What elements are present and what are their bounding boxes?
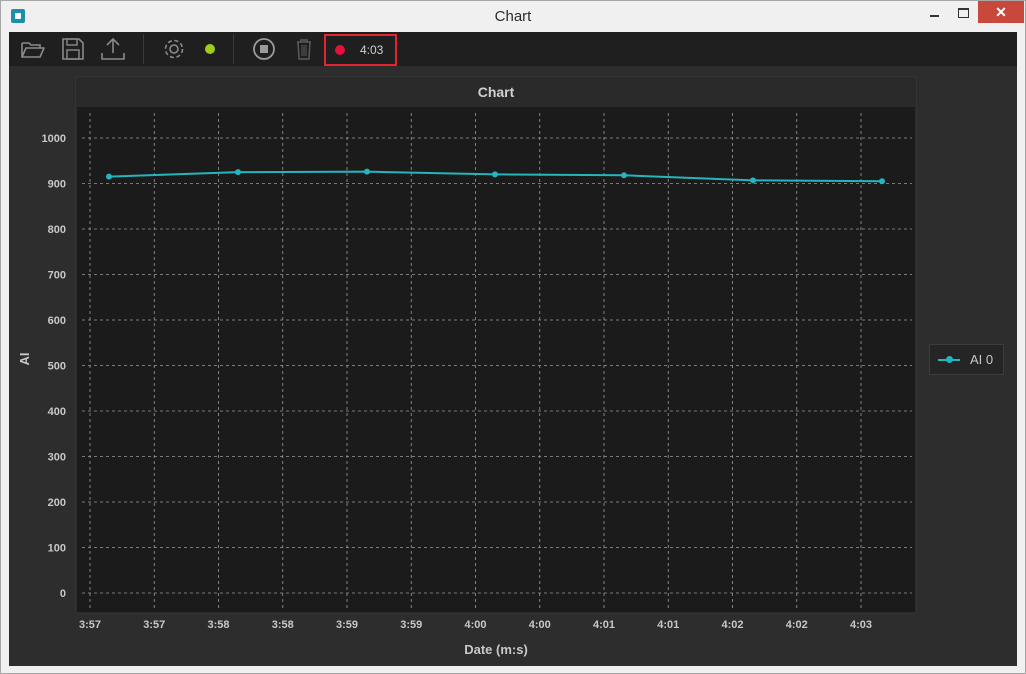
save-icon[interactable] — [59, 36, 87, 62]
recording-timer: 4:03 — [324, 34, 397, 66]
data-point — [235, 169, 241, 176]
x-axis-label: Date (m:s) — [464, 642, 528, 657]
data-point — [106, 173, 112, 180]
upload-icon[interactable] — [99, 36, 127, 62]
y-tick-label: 900 — [48, 179, 66, 191]
toolbar: 4:03 — [9, 32, 1017, 66]
settings-gear-icon[interactable] — [160, 36, 188, 62]
toolbar-separator — [233, 34, 234, 64]
y-tick-label: 1000 — [42, 133, 66, 145]
y-axis-label: AI — [17, 353, 32, 366]
close-button[interactable]: ✕ — [978, 1, 1024, 23]
data-point — [621, 172, 627, 179]
x-tick-label: 4:02 — [786, 619, 808, 631]
toolbar-separator — [143, 34, 144, 64]
y-tick-label: 0 — [60, 588, 66, 600]
folder-open-icon[interactable] — [19, 36, 47, 62]
x-tick-label: 3:58 — [272, 619, 294, 631]
y-tick-label: 200 — [48, 497, 66, 509]
chart-area: Chart 0 100 200 300 400 500 600 700 800 900 1000 3:5… — [9, 66, 1017, 666]
data-point — [879, 178, 885, 185]
x-tick-label: 4:02 — [721, 619, 743, 631]
minimize-button[interactable] — [920, 1, 949, 23]
y-tick-label: 500 — [48, 361, 66, 373]
connection-status-indicator — [205, 44, 215, 54]
maximize-icon — [958, 7, 969, 18]
x-tick-label: 3:57 — [143, 619, 165, 631]
x-tick-label: 4:01 — [657, 619, 679, 631]
data-point — [492, 171, 498, 178]
app-window: Chart ✕ 4:03 Chart 0 100 200 300 400 500… — [0, 0, 1026, 674]
y-tick-label: 800 — [48, 224, 66, 236]
x-tick-label: 4:00 — [464, 619, 486, 631]
x-tick-label: 4:01 — [593, 619, 615, 631]
line-chart[interactable]: Chart 0 100 200 300 400 500 600 700 800 900 1000 3:5… — [9, 66, 1017, 666]
x-tick-label: 3:58 — [207, 619, 229, 631]
legend-marker — [946, 356, 953, 363]
y-tick-label: 300 — [48, 452, 66, 464]
maximize-button[interactable] — [949, 1, 978, 23]
y-tick-label: 100 — [48, 543, 66, 555]
window-title: Chart — [494, 8, 532, 25]
x-tick-label: 3:59 — [336, 619, 358, 631]
data-point — [364, 168, 370, 175]
y-tick-label: 400 — [48, 406, 66, 418]
plot-frame — [75, 76, 917, 614]
y-tick-label: 700 — [48, 270, 66, 282]
data-point — [750, 177, 756, 184]
recording-indicator — [335, 45, 345, 55]
minimize-icon — [930, 14, 939, 17]
trash-icon[interactable] — [290, 36, 318, 62]
stop-icon[interactable] — [250, 36, 278, 62]
title-bar[interactable]: Chart ✕ — [1, 1, 1025, 31]
x-tick-label: 3:57 — [79, 619, 101, 631]
chart-title: Chart — [478, 84, 515, 100]
x-tick-label: 3:59 — [400, 619, 422, 631]
elapsed-time: 4:03 — [360, 43, 384, 57]
close-icon: ✕ — [995, 4, 1007, 20]
x-tick-label: 4:00 — [529, 619, 551, 631]
chart-legend[interactable]: AI 0 — [929, 344, 1004, 375]
x-tick-label: 4:03 — [850, 619, 872, 631]
legend-label: AI 0 — [970, 352, 994, 367]
y-tick-label: 600 — [48, 315, 66, 327]
